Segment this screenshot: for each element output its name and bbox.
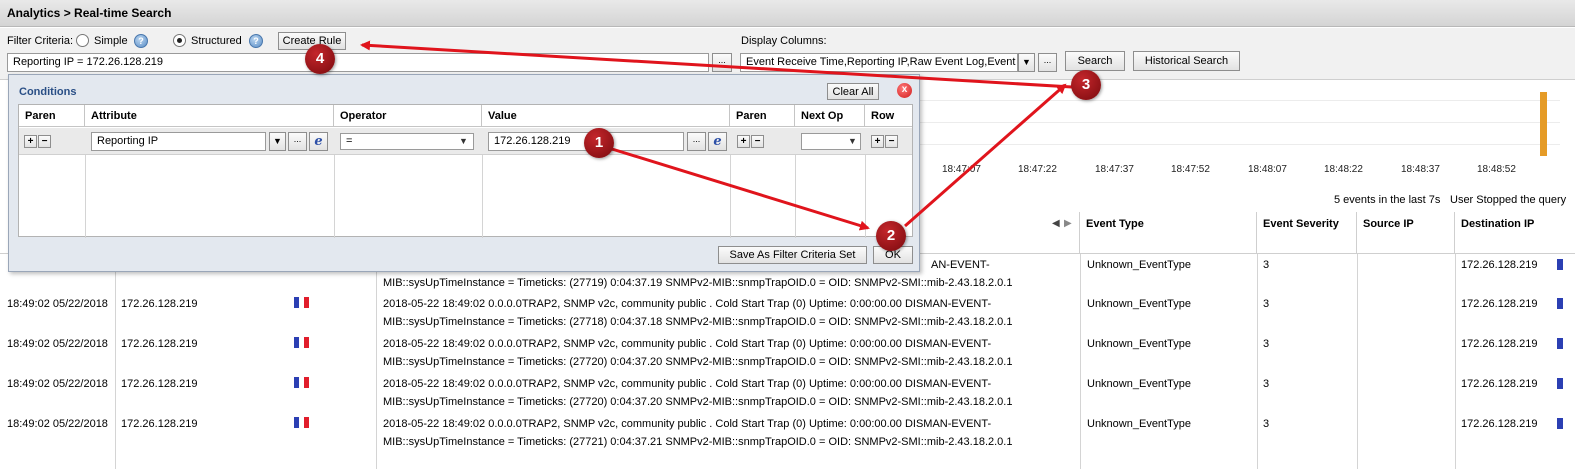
annotation-arrows xyxy=(360,40,1073,231)
annotation-marker-2: 2 xyxy=(876,221,906,251)
annotation-marker-1: 1 xyxy=(584,128,614,158)
arrow-1-to-2 xyxy=(611,147,870,231)
annotation-marker-3: 3 xyxy=(1071,70,1101,100)
arrow-2-to-3 xyxy=(904,83,1067,228)
arrow-3-to-4 xyxy=(360,40,1073,89)
annotation-marker-4: 4 xyxy=(305,44,335,74)
